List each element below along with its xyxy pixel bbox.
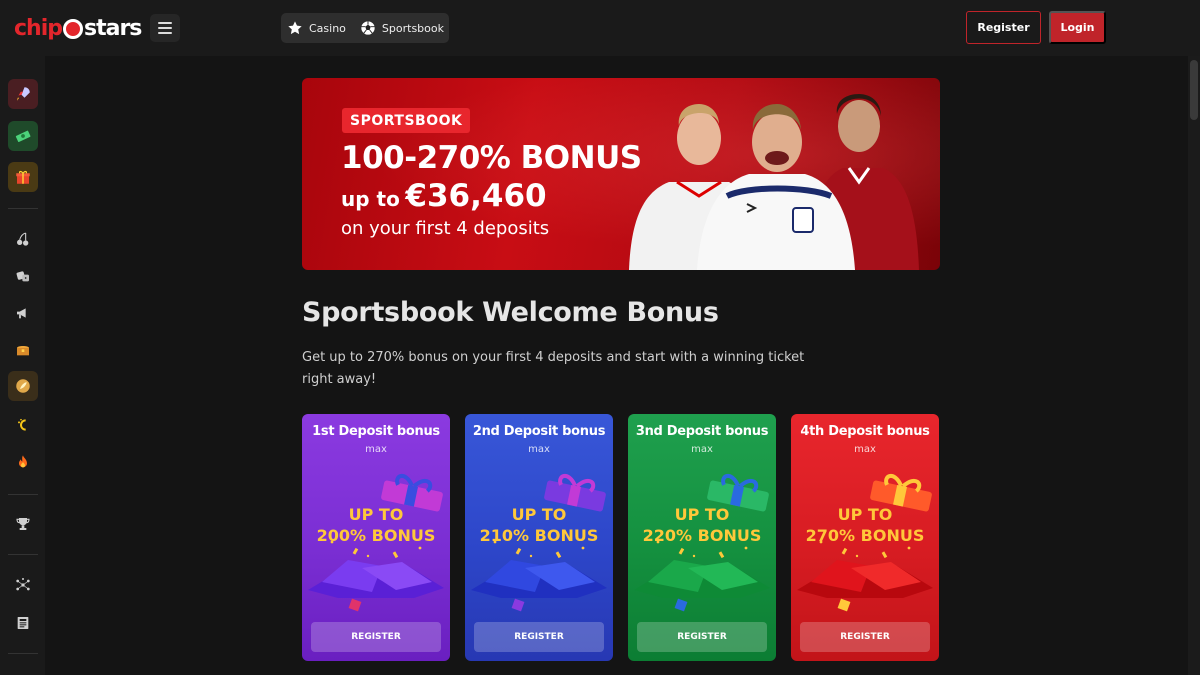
card-upto: UP TO	[837, 505, 893, 524]
banner-amount: €36,460	[405, 178, 547, 214]
top-header: chip stars Casino Sportsbook Register Lo…	[0, 0, 1200, 56]
login-button[interactable]: Login	[1049, 11, 1106, 44]
sidebar	[0, 56, 45, 675]
card-max-label: max	[365, 444, 387, 455]
nav-sportsbook[interactable]: Sportsbook	[360, 20, 444, 36]
card-max-label: max	[528, 444, 550, 455]
nav-sportsbook-label: Sportsbook	[381, 21, 444, 35]
card-register-button[interactable]: REGISTER	[311, 622, 441, 652]
sidebar-item-news[interactable]	[8, 608, 38, 638]
soccer-ball-icon	[361, 21, 375, 35]
card-bonus-value: 270% BONUS	[805, 526, 925, 545]
treasure-chest-icon	[17, 346, 29, 356]
dice-icon	[16, 271, 29, 282]
logo-text-stars: stars	[84, 15, 142, 41]
sidebar-item-live[interactable]	[8, 410, 38, 440]
megaphone-icon	[17, 308, 26, 319]
trophy-icon	[16, 518, 30, 530]
sidebar-item-affiliates[interactable]	[8, 570, 38, 600]
nav-casino-label: Casino	[309, 21, 346, 35]
card-bonus-value: 200% BONUS	[316, 526, 436, 545]
product-switcher: Casino Sportsbook	[281, 13, 449, 43]
gift-box-illustration	[634, 474, 770, 612]
card-bonus-value: 220% BONUS	[642, 526, 762, 545]
sidebar-item-tournaments[interactable]	[8, 509, 38, 539]
sidebar-divider	[8, 653, 38, 654]
poker-chip-icon	[63, 19, 83, 39]
cherry-icon	[17, 232, 29, 246]
fire-icon	[19, 455, 27, 468]
card-title: 3nd Deposit bonus	[635, 424, 769, 439]
card-upto: UP TO	[674, 505, 730, 524]
gift-box-illustration	[308, 474, 444, 612]
card-max-label: max	[854, 444, 876, 455]
sidebar-item-featured[interactable]	[8, 371, 38, 401]
banner-upto: up to	[341, 187, 400, 211]
sidebar-item-rewards[interactable]	[8, 335, 38, 365]
sidebar-divider	[8, 208, 38, 209]
banner-headline: 100-270% BONUS	[341, 140, 642, 176]
card-register-button[interactable]: REGISTER	[800, 622, 930, 652]
sidebar-item-rocket[interactable]	[8, 79, 38, 109]
sidebar-divider	[8, 554, 38, 555]
page-title: Sportsbook Welcome Bonus	[302, 297, 719, 328]
news-icon	[17, 617, 29, 629]
hamburger-icon	[158, 22, 172, 24]
football-players-image	[629, 94, 919, 270]
sidebar-item-hot[interactable]	[8, 447, 38, 477]
nav-casino[interactable]: Casino	[287, 20, 346, 36]
card-max-label: max	[691, 444, 713, 455]
sidebar-divider	[8, 494, 38, 495]
card-bonus-value: 210% BONUS	[479, 526, 599, 545]
banner-amount-line: up to €36,460	[341, 178, 547, 214]
register-button[interactable]: Register	[966, 11, 1041, 44]
network-icon	[16, 578, 30, 591]
sparkle-icon	[18, 418, 26, 431]
sidebar-item-gift[interactable]	[8, 162, 38, 192]
sidebar-item-promotions[interactable]	[8, 298, 38, 328]
sidebar-item-table-games[interactable]	[8, 261, 38, 291]
deposit-bonus-card-2[interactable]: 2nd Deposit bonus max UP TO 210% BONUS R…	[465, 414, 613, 661]
menu-toggle-button[interactable]	[150, 14, 180, 42]
banner-badge: SPORTSBOOK	[342, 108, 471, 133]
logo-text-chip: chip	[14, 15, 63, 41]
sidebar-item-slots[interactable]	[8, 224, 38, 254]
deposit-bonus-card-4[interactable]: 4th Deposit bonus max UP TO 270% BONUS R…	[791, 414, 939, 661]
money-icon	[15, 130, 31, 143]
rocket-icon	[17, 87, 30, 101]
sidebar-item-money[interactable]	[8, 121, 38, 151]
gift-icon	[16, 170, 30, 184]
chipstars-logo[interactable]: chip stars	[14, 14, 142, 42]
sportsbook-promo-banner[interactable]: SPORTSBOOK 100-270% BONUS up to €36,460 …	[302, 78, 940, 270]
card-title: 1st Deposit bonus	[312, 424, 440, 439]
page-scrollbar[interactable]	[1188, 56, 1200, 675]
banner-subline: on your first 4 deposits	[341, 218, 550, 239]
card-title: 2nd Deposit bonus	[472, 424, 606, 439]
gift-box-illustration	[471, 474, 607, 612]
card-register-button[interactable]: REGISTER	[474, 622, 604, 652]
gift-box-illustration	[797, 474, 933, 612]
deposit-bonus-card-1[interactable]: 1st Deposit bonus max UP TO 200% BONUS R…	[302, 414, 450, 661]
card-upto: UP TO	[511, 505, 567, 524]
card-upto: UP TO	[348, 505, 404, 524]
promo-icon	[16, 379, 30, 393]
card-register-button[interactable]: REGISTER	[637, 622, 767, 652]
page-description: Get up to 270% bonus on your first 4 dep…	[302, 350, 805, 387]
scrollbar-thumb[interactable]	[1190, 60, 1198, 120]
deposit-bonus-card-3[interactable]: 3nd Deposit bonus max UP TO 220% BONUS R…	[628, 414, 776, 661]
card-title: 4th Deposit bonus	[800, 424, 930, 439]
star-icon	[288, 21, 302, 35]
